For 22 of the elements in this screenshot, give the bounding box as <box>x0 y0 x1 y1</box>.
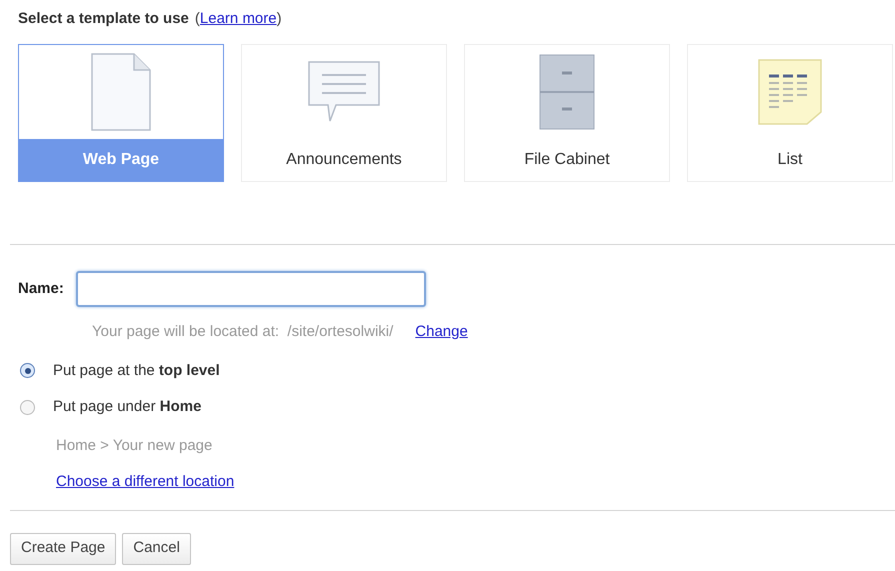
form-button[interactable]: Cancel <box>122 532 191 564</box>
choose-location-link[interactable]: Choose a different location <box>56 473 234 490</box>
template-card[interactable]: File Cabinet <box>464 44 670 182</box>
document-icon <box>90 52 152 132</box>
paren: ) <box>276 9 282 29</box>
change-link[interactable]: Change <box>415 321 468 344</box>
paren: ( <box>194 9 200 29</box>
breadcrumb-text: Home > Your new page <box>56 436 212 454</box>
radio-label: Put page under Home <box>53 397 202 417</box>
radio-button[interactable] <box>20 400 35 415</box>
file-cabinet-icon <box>539 54 595 130</box>
template-card[interactable]: List <box>687 44 893 182</box>
radio-button[interactable] <box>20 363 35 378</box>
form-button[interactable]: Create Page <box>10 532 116 564</box>
radio-label: Put page at the top level <box>53 360 220 380</box>
section-heading: Select a template to use <box>18 9 189 29</box>
template-card[interactable]: Announcements <box>241 44 447 182</box>
location-text: Your page will be located at: /site/ortesolwiki/ <box>92 322 394 342</box>
list-sheet-icon <box>757 58 823 126</box>
name-label: Name: <box>18 278 64 299</box>
name-input-field[interactable] <box>76 271 426 307</box>
learn-more-link[interactable]: Learn more <box>200 8 277 30</box>
